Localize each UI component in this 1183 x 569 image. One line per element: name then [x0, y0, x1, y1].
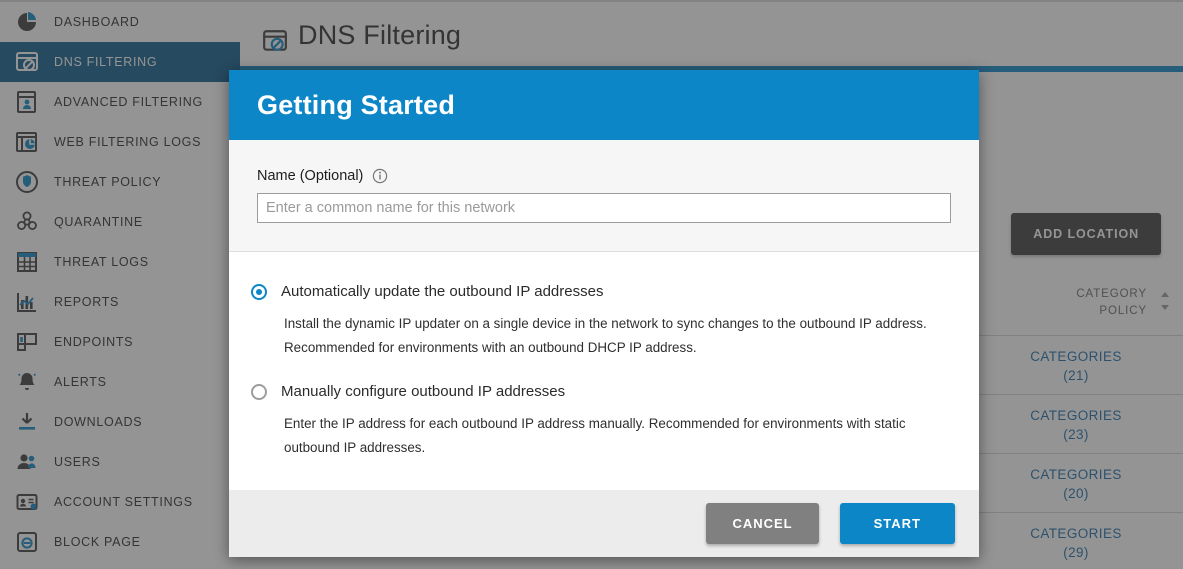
dialog-footer: CANCEL START [229, 490, 979, 557]
name-field-label: Name (Optional) [257, 168, 363, 184]
info-icon[interactable] [372, 168, 388, 184]
option-manual-description: Enter the IP address for each outbound I… [284, 412, 956, 460]
cancel-button[interactable]: CANCEL [706, 503, 818, 544]
getting-started-dialog: Getting Started Name (Optional) Automati… [229, 70, 979, 557]
app-root: DASHBOARD DNS FILTERING ADVANCED FILTERI… [0, 0, 1183, 569]
start-button[interactable]: START [840, 503, 955, 544]
option-manual[interactable]: Manually configure outbound IP addresses… [251, 382, 951, 460]
option-manual-label[interactable]: Manually configure outbound IP addresses [281, 382, 565, 402]
option-automatic-description: Install the dynamic IP updater on a sing… [284, 312, 956, 360]
network-name-input[interactable] [257, 193, 951, 223]
option-automatic[interactable]: Automatically update the outbound IP add… [251, 282, 951, 360]
dialog-options-section: Automatically update the outbound IP add… [229, 252, 979, 490]
option-automatic-label[interactable]: Automatically update the outbound IP add… [281, 282, 603, 302]
radio-automatic[interactable] [251, 284, 267, 300]
dialog-title: Getting Started [257, 90, 455, 121]
radio-manual[interactable] [251, 384, 267, 400]
dialog-header: Getting Started [229, 70, 979, 140]
dialog-name-section: Name (Optional) [229, 140, 979, 252]
